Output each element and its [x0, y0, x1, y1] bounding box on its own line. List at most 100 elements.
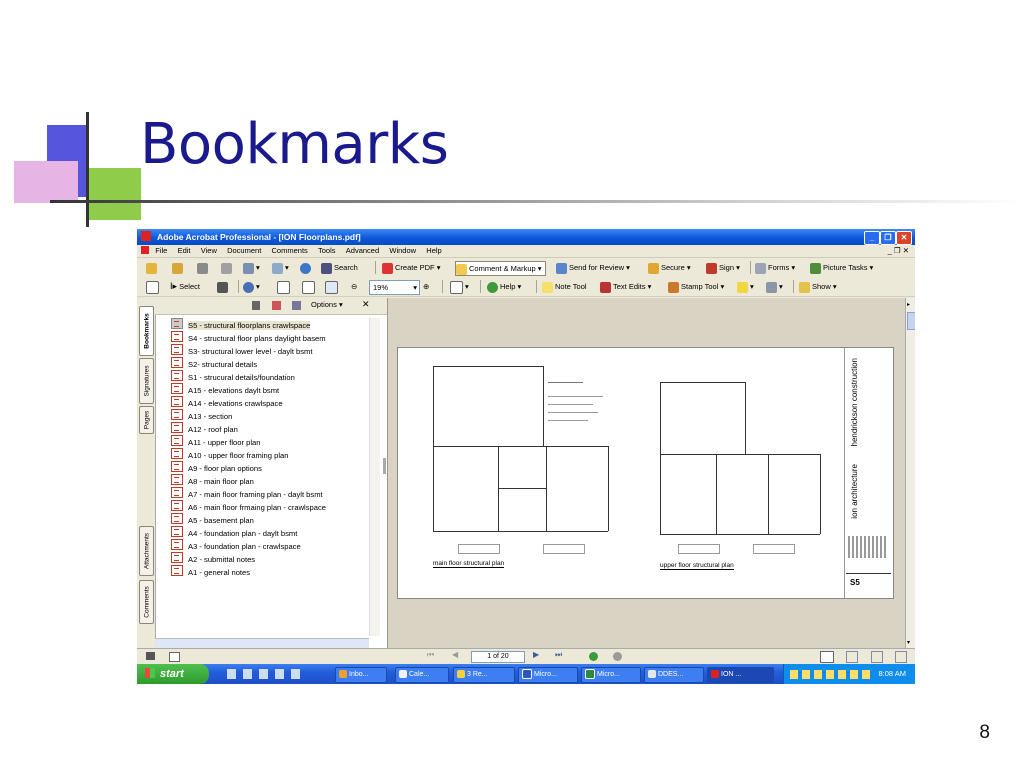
next-page-icon[interactable]: ▶ — [533, 650, 539, 659]
attach-file-icon[interactable]: ▾ — [766, 280, 783, 293]
menu-help[interactable]: Help — [426, 245, 441, 257]
attach-icon[interactable]: ▾ — [272, 261, 289, 274]
web-icon[interactable] — [300, 261, 313, 274]
bookmark-item[interactable]: A7 - main floor framing plan - daylt bsm… — [171, 487, 383, 500]
bookmark-item[interactable]: A10 - upper floor framing plan — [171, 448, 383, 461]
tray-icons[interactable] — [790, 670, 870, 679]
bookmark-item[interactable]: A5 - basement plan — [171, 513, 383, 526]
bookmark-item[interactable]: A3 - foundation plan - crawlspace — [171, 539, 383, 552]
menu-document[interactable]: Document — [227, 245, 261, 257]
help-button[interactable]: Help ▾ — [487, 280, 521, 293]
close-pane-icon[interactable]: ✕ — [362, 299, 370, 310]
bookmark-item[interactable]: A8 - main floor plan — [171, 474, 383, 487]
sign-button[interactable]: Sign ▾ — [706, 261, 740, 274]
facing-icon[interactable] — [871, 651, 883, 663]
page-number-field[interactable]: 1 of 20 — [471, 651, 525, 663]
secure-button[interactable]: Secure ▾ — [648, 261, 691, 274]
single-page-icon[interactable] — [820, 651, 834, 663]
bookmark-item[interactable]: A15 - elevations daylt bsmt — [171, 383, 383, 396]
comment-markup-button[interactable]: Comment & Markup ▾ — [455, 261, 546, 276]
menu-tools[interactable]: Tools — [318, 245, 336, 257]
doc-window-controls[interactable]: _ ❐ ✕ — [888, 245, 909, 257]
highlight-icon[interactable]: ▾ — [737, 280, 754, 293]
expand-bookmark-icon[interactable] — [292, 301, 301, 310]
select-tool-button[interactable]: I▸ Select — [170, 280, 200, 293]
back-view-icon[interactable] — [589, 652, 598, 661]
bookmark-item[interactable]: S2- structural details — [171, 357, 383, 370]
layout-icon[interactable] — [169, 652, 180, 662]
task-reminders[interactable]: 3 Re... — [453, 667, 515, 683]
tab-attachments[interactable]: Attachments — [139, 526, 154, 576]
continuous-facing-icon[interactable] — [895, 651, 907, 663]
continuous-icon[interactable] — [846, 651, 858, 663]
create-pdf-button[interactable]: Create PDF ▾ — [382, 261, 440, 274]
tab-pages[interactable]: Pages — [139, 406, 154, 434]
bookmark-scrollbar[interactable] — [369, 318, 380, 636]
forms-button[interactable]: Forms ▾ — [755, 261, 795, 274]
bookmark-item[interactable]: A13 - section — [171, 409, 383, 422]
task-ion-acrobat[interactable]: ION ... — [707, 667, 774, 683]
task-word[interactable]: Micro... — [518, 667, 578, 683]
close-button[interactable]: ✕ — [896, 231, 912, 245]
snapshot-icon[interactable] — [217, 280, 230, 293]
delete-bookmark-icon[interactable] — [252, 301, 260, 310]
bookmark-item[interactable]: S4 - structural floor plans daylight bas… — [171, 331, 383, 344]
bookmark-item[interactable]: S3- structural lower level - daylt bsmt — [171, 344, 383, 357]
task-inbox[interactable]: Inbo... — [335, 667, 387, 683]
tab-signatures[interactable]: Signatures — [139, 358, 154, 404]
send-for-review-button[interactable]: Send for Review ▾ — [556, 261, 630, 274]
last-page-icon[interactable]: ⏭ — [555, 650, 562, 660]
start-button[interactable]: start — [137, 664, 209, 684]
maximize-button[interactable]: ❐ — [880, 231, 896, 245]
minimize-button[interactable]: _ — [864, 231, 880, 245]
print-icon[interactable] — [221, 261, 234, 274]
hand-tool-icon[interactable] — [146, 280, 161, 294]
zoom-icon[interactable]: ▾ — [243, 280, 260, 293]
menu-edit[interactable]: Edit — [178, 245, 191, 257]
bookmark-item[interactable]: S5 - structural floorplans crawlspace — [171, 318, 383, 331]
tab-comments[interactable]: Comments — [139, 580, 154, 624]
zoom-in-icon[interactable]: ⊕ — [423, 280, 429, 293]
menu-view[interactable]: View — [201, 245, 217, 257]
text-edits-button[interactable]: Text Edits ▾ — [600, 280, 651, 293]
bookmark-item[interactable]: A9 - floor plan options — [171, 461, 383, 474]
bookmark-item[interactable]: S1 - strucural details/foundation — [171, 370, 383, 383]
options-menu[interactable]: Options ▾ — [311, 300, 343, 309]
task-excel[interactable]: Micro... — [581, 667, 641, 683]
zoom-out-icon[interactable]: ⊖ — [351, 280, 357, 293]
email-icon[interactable]: ▾ — [243, 261, 260, 274]
pane-splitter[interactable] — [383, 458, 386, 474]
first-page-icon[interactable]: ⏮ — [427, 650, 434, 660]
open-icon[interactable] — [146, 261, 159, 274]
zoom-input[interactable]: 19% ▾ — [369, 280, 420, 295]
document-scrollbar[interactable]: ▸ ▾ — [905, 298, 915, 648]
bookmark-item[interactable]: A1 - general notes — [171, 565, 383, 578]
show-button[interactable]: Show ▾ — [799, 280, 837, 293]
stamp-tool-button[interactable]: Stamp Tool ▾ — [668, 280, 724, 293]
bookmark-item[interactable]: A2 - submittal notes — [171, 552, 383, 565]
rotate-icon[interactable]: ▾ — [450, 280, 469, 294]
organizer-icon[interactable] — [172, 261, 185, 274]
menu-advanced[interactable]: Advanced — [346, 245, 379, 257]
tab-bookmarks[interactable]: Bookmarks — [139, 306, 154, 356]
actual-size-icon[interactable] — [277, 280, 292, 294]
save-icon[interactable] — [197, 261, 210, 274]
previous-page-icon[interactable]: ◀ — [452, 650, 458, 659]
menu-comments[interactable]: Comments — [272, 245, 308, 257]
bookmark-item[interactable]: A11 - upper floor plan — [171, 435, 383, 448]
task-ddes[interactable]: DDES... — [644, 667, 704, 683]
quick-launch-icons[interactable] — [227, 669, 307, 679]
bookmark-item[interactable]: A12 - roof plan — [171, 422, 383, 435]
bookmark-item[interactable]: A6 - main floor frmaing plan - crawlspac… — [171, 500, 383, 513]
forward-view-icon[interactable] — [613, 652, 622, 661]
bookmark-item[interactable]: A14 - elevations crawlspace — [171, 396, 383, 409]
menu-window[interactable]: Window — [389, 245, 416, 257]
fit-page-icon[interactable] — [302, 280, 317, 294]
picture-tasks-button[interactable]: Picture Tasks ▾ — [810, 261, 873, 274]
task-calendar[interactable]: Cale... — [395, 667, 449, 683]
note-tool-button[interactable]: Note Tool — [542, 280, 587, 293]
search-button[interactable]: Search — [321, 261, 358, 274]
bookmark-item[interactable]: A4 - foundation plan - daylt bsmt — [171, 526, 383, 539]
menu-file[interactable]: File — [155, 245, 167, 257]
fit-width-icon[interactable] — [325, 280, 340, 294]
